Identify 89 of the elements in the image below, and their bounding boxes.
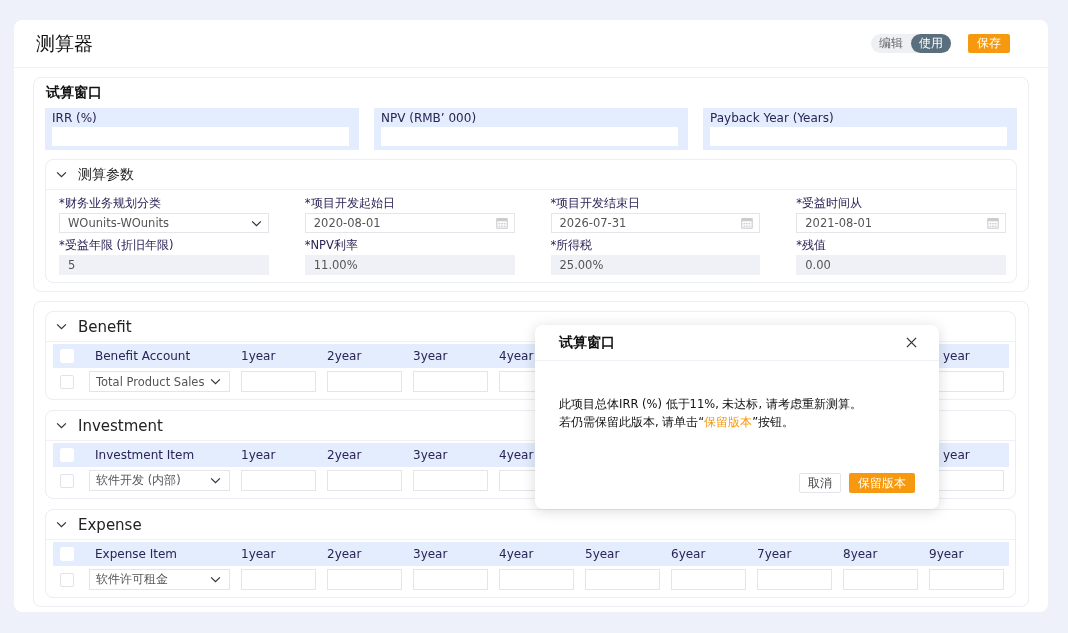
- column-header: 9year: [929, 547, 965, 561]
- field-label: *受益年限 (折旧年限): [59, 238, 175, 253]
- year-field[interactable]: [241, 470, 316, 491]
- field-label: *NPV利率: [304, 238, 359, 253]
- readonly-field: 5: [59, 255, 269, 275]
- metric-field[interactable]: [710, 127, 1007, 146]
- chevron-icon[interactable]: [56, 323, 67, 330]
- select-field[interactable]: WOunits-WOunits: [59, 213, 269, 233]
- column-header: year: [942, 349, 971, 363]
- year-field[interactable]: [757, 569, 832, 590]
- select-field[interactable]: Total Product Sales: [89, 371, 230, 392]
- column-header: 1year: [241, 547, 277, 561]
- chevron-icon: [210, 378, 221, 385]
- year-field[interactable]: [585, 569, 660, 590]
- column-header: Benefit Account: [94, 349, 192, 363]
- chevron-icon: [210, 576, 221, 583]
- chevron-icon[interactable]: [56, 521, 67, 528]
- year-field[interactable]: [241, 569, 316, 590]
- column-header: 5year: [585, 547, 621, 561]
- year-field[interactable]: [413, 470, 488, 491]
- field-label: *项目开发结束日: [550, 196, 642, 211]
- section-title: Benefit: [78, 317, 132, 336]
- checkbox[interactable]: [60, 473, 74, 488]
- readonly-field: 25.00%: [550, 255, 761, 275]
- section-title: Expense: [78, 515, 142, 534]
- select-field[interactable]: 软件开发 (内部): [89, 470, 230, 491]
- panel-title: 试算窗口: [46, 84, 103, 102]
- mode-option[interactable]: 编辑: [871, 34, 911, 53]
- column-header: 2year: [327, 547, 363, 561]
- column-header: 2year: [327, 448, 363, 462]
- page-title: 测算器: [36, 30, 94, 56]
- column-header: 2year: [327, 349, 363, 363]
- column-header: 4year: [499, 448, 535, 462]
- readonly-field: 11.00%: [304, 255, 515, 275]
- chevron-icon[interactable]: [56, 171, 67, 178]
- column-header: 3year: [413, 448, 449, 462]
- column-header: 1year: [241, 349, 277, 363]
- column-header: 3year: [413, 547, 449, 561]
- dialog-title: 试算窗口: [559, 333, 616, 352]
- readonly-field: 0.00: [796, 255, 1006, 275]
- year-field[interactable]: [413, 569, 488, 590]
- calendar-icon: [495, 217, 508, 229]
- metric-label: Payback Year (Years): [710, 111, 835, 125]
- field-label: *残值: [796, 238, 827, 253]
- calendar-icon: [741, 217, 754, 229]
- dialog-message: 若仍需保留此版本, 请单击“保留版本”按钮。: [559, 414, 796, 431]
- year-field[interactable]: [327, 569, 402, 590]
- year-field[interactable]: [499, 569, 574, 590]
- field-label: *财务业务规划分类: [59, 196, 162, 211]
- metric-field[interactable]: [52, 127, 349, 146]
- column-header: 7year: [757, 547, 793, 561]
- column-header: 3year: [413, 349, 449, 363]
- column-header: 4year: [499, 349, 535, 363]
- year-field[interactable]: [843, 569, 918, 590]
- cancel-button[interactable]: 取消: [799, 473, 841, 493]
- year-field[interactable]: [327, 371, 402, 392]
- section-title: 测算参数: [78, 165, 134, 184]
- checkbox[interactable]: [60, 572, 74, 587]
- metric-label: NPV (RMB’ 000): [381, 111, 478, 125]
- calendar-icon: [987, 217, 999, 229]
- mode-option[interactable]: 使用: [911, 34, 951, 53]
- year-field[interactable]: [327, 470, 402, 491]
- year-field[interactable]: [413, 371, 488, 392]
- column-header: Expense Item: [94, 547, 179, 561]
- year-field[interactable]: [929, 569, 1004, 590]
- chevron-icon: [210, 477, 221, 484]
- chevron-icon: [250, 219, 262, 227]
- column-header: 4year: [499, 547, 535, 561]
- checkbox[interactable]: [60, 374, 74, 389]
- date-field[interactable]: 2026-07-31: [550, 213, 761, 233]
- dialog-message: 此项目总体IRR (%) 低于11%, 未达标, 请考虑重新测算。: [559, 396, 863, 413]
- column-header: 6year: [671, 547, 707, 561]
- date-field[interactable]: 2020-08-01: [304, 213, 515, 233]
- column-header: 1year: [241, 448, 277, 462]
- field-label: *项目开发起始日: [304, 196, 396, 211]
- year-field[interactable]: [241, 371, 316, 392]
- field-label: *所得税: [550, 238, 594, 253]
- select-field[interactable]: 软件许可租金: [89, 569, 230, 590]
- column-header: Investment Item: [94, 448, 196, 462]
- chevron-icon[interactable]: [56, 422, 67, 429]
- close-icon[interactable]: [906, 337, 917, 348]
- metric-field[interactable]: [381, 127, 678, 146]
- column-header: 8year: [843, 547, 879, 561]
- metric-label: IRR (%): [52, 111, 98, 125]
- year-field[interactable]: [671, 569, 746, 590]
- date-field[interactable]: 2021-08-01: [796, 213, 1006, 233]
- section-title: Investment: [78, 416, 163, 435]
- column-header: year: [942, 448, 971, 462]
- field-label: *受益时间从: [796, 196, 863, 211]
